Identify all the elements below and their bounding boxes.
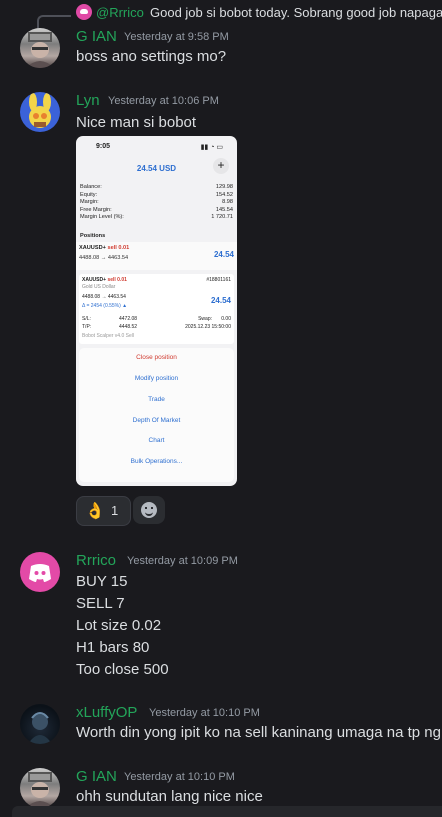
timestamp: Yesterday at 10:09 PM [127, 555, 238, 567]
detail-change: Δ = 2454 (0.55%) ▲ [82, 303, 128, 309]
add-reaction-button[interactable] [133, 496, 165, 524]
summary-row: Free Margin: 145.54 [80, 207, 233, 215]
position-symbol-name: XAUUSD+ [79, 245, 106, 251]
detail-range: 4488.08 → 4463.54 [82, 294, 126, 300]
tp-label: T/P: [82, 324, 92, 330]
timestamp: Yesterday at 10:10 PM [124, 771, 235, 783]
summary-label: Equity: [80, 191, 98, 198]
swap-label: Swap: [198, 316, 212, 322]
avatar[interactable] [20, 704, 60, 744]
discord-logo-icon [29, 564, 51, 582]
message-text: ohh sundutan lang nice nice [76, 788, 263, 805]
status-icons: ▮▮ ◔ ▭ [200, 144, 223, 151]
message-line: Lot size 0.02 [76, 617, 162, 634]
status-time: 9:05 [96, 143, 111, 150]
position-side: sell 0.01 [107, 245, 130, 251]
summary-label: Free Margin: [80, 206, 112, 213]
username[interactable]: G IAN [76, 768, 117, 785]
avatar[interactable] [20, 28, 60, 68]
detail-profit: 24.54 [210, 296, 231, 305]
sl-label: S/L: [82, 316, 91, 322]
menu-modify-position: Modify position [134, 375, 179, 382]
avatar[interactable] [20, 552, 60, 592]
reply-connector [37, 15, 71, 29]
username[interactable]: Lyn [76, 92, 100, 109]
summary-value: 145.54 [215, 206, 233, 213]
avatar-face-icon [26, 772, 54, 808]
discord-avatar-icon [76, 4, 92, 20]
username[interactable]: Rrrico [76, 552, 116, 569]
summary-row: Equity: 154.52 [80, 192, 233, 200]
summary-row: Balance: 129.98 [80, 184, 233, 192]
reply-text[interactable]: Good job si bobot today. Sobrang good jo… [150, 5, 442, 20]
detail-comment: Bobot Scalper v4.0 Sell [82, 333, 134, 339]
menu-close-position: Close position [136, 354, 177, 361]
message-text: Nice man si bobot [76, 114, 197, 131]
plus-icon: + [213, 158, 229, 174]
smiley-icon [141, 502, 157, 518]
avatar-face-icon [26, 32, 54, 68]
menu-chart: Chart [148, 437, 165, 444]
summary-label: Margin: [80, 199, 99, 206]
reply-preview[interactable]: @Rrrico Good job si bobot today. Sobrang… [30, 4, 442, 29]
message-text: boss ano settings mo? [76, 48, 227, 65]
detail-id: #18801161 [206, 277, 231, 283]
summary-value: 154.52 [215, 191, 233, 198]
summary-label: Balance: [80, 184, 102, 190]
detail-date: 2025.12.23 15:50:00 [185, 324, 231, 330]
summary-value: 8.98 [222, 199, 233, 206]
avatar-character-icon [28, 712, 52, 744]
account-summary: Balance: 129.98 Equity: 154.52 Margin: 8.98… [80, 184, 233, 222]
summary-value: 129.98 [215, 184, 233, 190]
timestamp: Yesterday at 9:58 PM [124, 31, 229, 43]
message-line: SELL 7 [76, 595, 125, 612]
avatar[interactable] [20, 768, 60, 808]
summary-label: Margin Level (%): [80, 214, 124, 221]
swap-value: 0.00 [221, 316, 231, 322]
position-symbol: XAUUSD+ sell 0.01 [79, 245, 129, 251]
username[interactable]: xLuffyOP [76, 704, 137, 721]
reply-author[interactable]: @Rrrico [96, 5, 144, 20]
avatar-bunny-icon [29, 93, 51, 128]
reaction-count: 1 [111, 503, 119, 518]
position-row: XAUUSD+ sell 0.01 4488.08 → 4463.54 24.5… [76, 242, 237, 270]
menu-depth-of-market: Depth Of Market [132, 417, 181, 424]
attachment-image[interactable]: 9:05 ▮▮ ◔ ▭ 24.54 USD + Balance: 129.98 E… [76, 136, 237, 486]
summary-row: Margin: 8.98 [80, 199, 233, 207]
message-text: Worth din yong ipit ko na sell kaninang … [76, 724, 441, 741]
message-input-bar[interactable] [12, 806, 442, 817]
reaction-ok-hand[interactable]: 👌 1 [76, 496, 131, 526]
timestamp: Yesterday at 10:06 PM [108, 95, 219, 107]
detail-symbol-name: XAUUSD+ [82, 277, 107, 283]
positions-header: Positions [80, 233, 106, 239]
menu-trade: Trade [148, 396, 165, 403]
detail-symbol: XAUUSD+ sell 0.01 [82, 277, 127, 283]
detail-name: Gold US Dollar [82, 284, 116, 290]
position-range: 4488.08 → 4463.54 [79, 255, 129, 261]
username[interactable]: G IAN [76, 28, 117, 45]
message-line: BUY 15 [76, 573, 128, 590]
avatar[interactable] [20, 92, 60, 132]
message-line: Too close 500 [76, 661, 169, 678]
tp-value: 4448.52 [119, 324, 138, 330]
sl-value: 4472.08 [119, 316, 138, 322]
summary-value: 1 720.71 [211, 214, 233, 221]
position-profit: 24.54 [213, 250, 234, 259]
position-detail: XAUUSD+ sell 0.01 #18801161 Gold US Doll… [79, 274, 234, 344]
context-menu: Close position Modify position Trade Dep… [79, 348, 234, 482]
ok-hand-icon: 👌 [85, 503, 105, 520]
timestamp: Yesterday at 10:10 PM [149, 707, 260, 719]
message-line: H1 bars 80 [76, 639, 150, 656]
menu-bulk-operations: Bulk Operations... [130, 458, 183, 465]
detail-side: sell 0.01 [107, 277, 127, 283]
summary-row: Margin Level (%): 1 720.71 [80, 214, 233, 222]
